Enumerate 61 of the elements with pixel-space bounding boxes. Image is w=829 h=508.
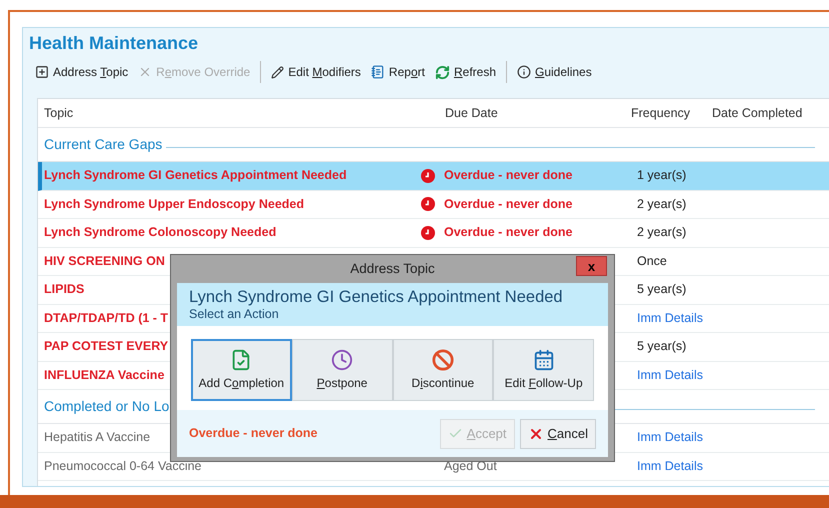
overdue-clock-icon [421, 197, 435, 212]
group-header: Completed or No Lo [44, 397, 170, 416]
column-header[interactable]: Due Date [443, 104, 631, 122]
topic-name: LIPIDS [44, 281, 84, 298]
frequency: 2 year(s) [637, 224, 686, 242]
action-button[interactable]: Edit Follow-Up [493, 339, 594, 401]
toolbar-button[interactable]: Report [370, 63, 425, 81]
add-icon [35, 65, 49, 79]
due-date: Overdue - never done [444, 196, 573, 213]
toolbar-button[interactable]: Edit Modifiers [271, 63, 361, 81]
clock-icon [331, 348, 354, 370]
pencil-icon [271, 66, 284, 78]
topic-name: HIV SCREENING ON [44, 252, 165, 270]
action-button[interactable]: Discontinue [392, 339, 494, 401]
imm-details-link[interactable]: Imm Details [637, 308, 703, 328]
topic-name: Lynch Syndrome GI Genetics Appointment Needed [44, 167, 347, 184]
frequency: 5 year(s) [637, 281, 686, 298]
overdue-clock-icon [421, 168, 435, 183]
imm-details-link[interactable]: Imm Details [637, 428, 703, 448]
info-icon [517, 65, 531, 79]
topic-name: Pneumococcal 0-64 Vaccine [44, 458, 202, 475]
frequency: Once [637, 252, 667, 270]
column-header[interactable]: Frequency [631, 104, 712, 122]
close-button[interactable]: x [576, 256, 607, 276]
topic-row[interactable]: Lynch Syndrome Upper Endoscopy Needed Overdue - never done 2 year(s) [38, 190, 829, 219]
action-button[interactable]: Postpone [292, 339, 392, 401]
dialog-title: Address Topic [350, 260, 435, 278]
toolbar-button[interactable]: Address Topic [35, 63, 128, 81]
panel-title: Health Maintenance [28, 32, 200, 55]
prohibited-icon [432, 348, 454, 370]
topic-row[interactable]: Lynch Syndrome GI Genetics Appointment Needed Overdue - never done 1 year(s) [38, 162, 829, 190]
imm-details-link[interactable]: Imm Details [637, 456, 703, 476]
refresh-icon [434, 64, 450, 80]
frequency: 2 year(s) [637, 196, 686, 213]
topic-name: Lynch Syndrome Upper Endoscopy Needed [44, 196, 304, 213]
frequency: 1 year(s) [637, 167, 686, 184]
document-check-icon [230, 348, 252, 370]
topic-name: PAP COTEST EVERY [44, 338, 168, 356]
frequency: 5 year(s) [637, 338, 686, 356]
column-header[interactable]: Date Completed [712, 104, 802, 122]
column-header[interactable]: Topic [38, 104, 443, 122]
dialog-status: Overdue - never done [189, 425, 318, 442]
topic-name: DTAP/TDAP/TD (1 - T [44, 310, 168, 327]
topic-name: Lynch Syndrome Colonoscopy Needed [44, 224, 276, 242]
due-date: Aged Out [443, 458, 497, 475]
dialog-subheading: Select an Action [189, 307, 280, 322]
imm-details-link[interactable]: Imm Details [637, 366, 703, 385]
topic-name: Hepatitis A Vaccine [44, 429, 150, 446]
toolbar-button[interactable]: Guidelines [517, 63, 592, 81]
toolbar-button[interactable]: Refresh [434, 63, 496, 81]
due-date: Overdue - never done [444, 167, 573, 184]
group-header: Current Care Gaps [44, 135, 162, 154]
cancel-button[interactable]: Cancel [520, 418, 596, 448]
action-button[interactable]: Add Completion [191, 339, 292, 401]
due-date: Overdue - never done [444, 224, 573, 242]
report-icon [370, 65, 385, 79]
dialog-heading: Lynch Syndrome GI Genetics Appointment Needed [189, 287, 564, 307]
topic-name: INFLUENZA Vaccine [44, 366, 164, 384]
overdue-clock-icon [421, 226, 435, 240]
calendar-icon [532, 348, 555, 370]
topic-row[interactable]: Lynch Syndrome Colonoscopy Needed Overdue - never done 2 year(s) [38, 219, 829, 248]
